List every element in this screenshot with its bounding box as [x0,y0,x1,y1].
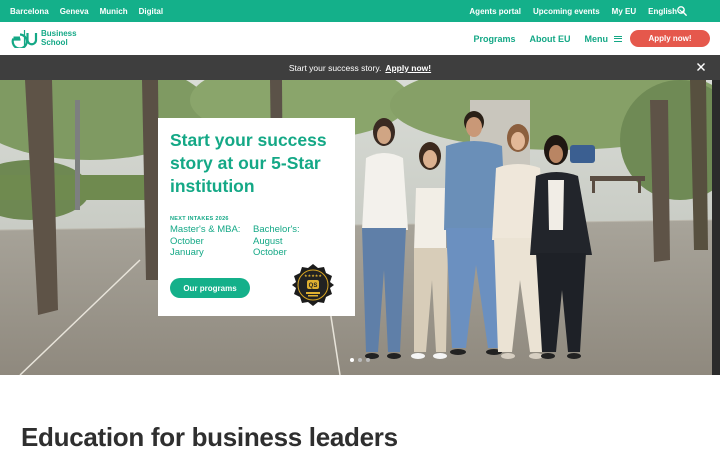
section-title: Education for business leaders [21,422,398,452]
hero-headline: Start your success story at our 5-Star i… [170,130,327,196]
intake-date: October [170,235,204,247]
hero-card: Start your success story at our 5-Star i… [158,118,355,316]
upcoming-events-link[interactable]: Upcoming events [533,7,600,16]
hero-photo [0,80,712,375]
intake-program-label: Master's & MBA: [170,224,241,235]
agents-portal-link[interactable]: Agents portal [469,7,521,16]
nav-programs[interactable]: Programs [473,34,515,44]
main-header: Business School Programs About EU Menu A… [0,22,720,55]
nav-about[interactable]: About EU [530,34,571,44]
carousel-dot[interactable] [358,358,362,362]
close-icon[interactable] [696,62,706,72]
top-bar: Barcelona Geneva Munich Digital Agents p… [0,0,720,22]
my-eu-link[interactable]: My EU [612,7,636,16]
logo-line-2: School [41,37,68,47]
carousel-dots [350,358,370,362]
intakes-title: NEXT INTAKES 2026 [170,216,229,222]
campus-link-munich[interactable]: Munich [100,7,128,16]
hamburger-icon [614,35,622,42]
svg-text:★★★★★: ★★★★★ [304,273,322,278]
scrollbar[interactable] [712,80,720,375]
campus-link-digital[interactable]: Digital [139,7,163,16]
campus-link-barcelona[interactable]: Barcelona [10,7,49,16]
banner-text: Start your success story. [288,62,382,73]
intake-program-label: Bachelor's: [253,224,300,235]
hero-section [0,80,712,375]
utility-links: Agents portal Upcoming events My EU Engl… [469,0,685,22]
intake-date: October [253,247,287,258]
intake-date: August [253,235,283,247]
menu-label: Menu [584,33,609,44]
banner-apply-link[interactable]: Apply now! [385,63,431,73]
qs-five-star-badge: ★★★★★ QS [292,264,334,306]
intake-masters: Master's & MBA: October January [170,224,240,259]
nav-menu[interactable]: Menu [584,33,622,44]
announcement-banner: Start your success story. Apply now! [0,55,720,80]
logo-text: Business School [41,29,77,47]
carousel-dot[interactable] [366,358,370,362]
language-label: English [648,6,677,16]
campus-link-geneva[interactable]: Geneva [60,7,89,16]
campus-links: Barcelona Geneva Munich Digital [10,0,163,22]
badge-qs-text: QS [309,283,318,289]
carousel-dot[interactable] [350,358,354,362]
eu-logo-mark [11,30,38,48]
intake-date: January [170,247,204,258]
intake-bachelors: Bachelor's: August October [253,224,300,259]
our-programs-button[interactable]: Our programs [170,278,250,298]
search-icon[interactable] [676,5,688,17]
main-nav: Programs About EU Menu [473,22,622,55]
apply-now-button[interactable]: Apply now! [630,30,710,47]
eu-logo[interactable]: Business School [11,29,77,48]
